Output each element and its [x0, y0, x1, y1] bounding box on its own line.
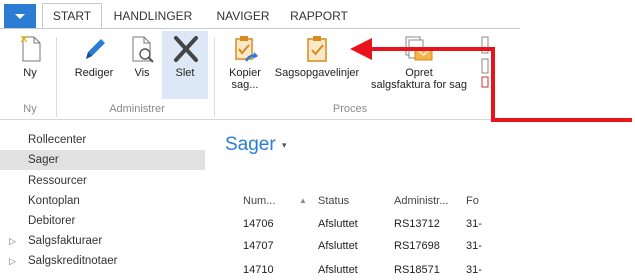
copy-job-button[interactable]: Kopier sag... — [222, 29, 268, 99]
group-label-manage: Administrer — [109, 103, 165, 115]
table-cell: Afsluttet — [318, 218, 358, 230]
view-document-icon — [132, 36, 154, 63]
table-cell: 14706 — [243, 218, 274, 230]
tab-start[interactable]: START — [42, 3, 102, 28]
group-divider — [214, 37, 215, 117]
create-sales-invoice-label: Opret salgsfaktura for sag — [366, 67, 472, 91]
ribbon-tab-strip: START HANDLINGER NAVIGER RAPPORT — [0, 0, 635, 28]
delete-x-icon — [174, 36, 198, 62]
table-cell: 14707 — [243, 240, 274, 252]
table-cell: Afsluttet — [318, 264, 358, 276]
create-invoice-label-line1: Opret — [405, 67, 433, 79]
nav-item-sager[interactable]: Sager — [0, 150, 205, 170]
table-cell: 14710 — [243, 264, 274, 276]
ribbon: Ny Ny Rediger Vis Slet Administrer Kopie… — [0, 28, 520, 120]
job-tasks-button-label: Sagsopgavelinjer — [274, 67, 360, 79]
group-divider — [56, 37, 57, 117]
expand-chevron-icon[interactable]: ▷ — [9, 231, 16, 251]
copy-job-button-label: Kopier sag... — [222, 67, 268, 91]
nav-item-label: Sager — [28, 154, 59, 166]
column-header-number[interactable]: Num... — [243, 190, 275, 212]
tab-handlinger[interactable]: HANDLINGER — [108, 4, 198, 28]
group-label-new: Ny — [23, 103, 37, 115]
table-cell: 31- — [466, 218, 482, 230]
nav-item-label: Debitorer — [28, 215, 76, 227]
nav-item-label: Rollecenter — [28, 134, 87, 146]
application-menu-button[interactable] — [4, 4, 36, 28]
table-cell: RS17698 — [394, 240, 440, 252]
new-document-icon — [20, 35, 41, 62]
copy-job-label-line2: sag... — [231, 79, 259, 91]
tab-naviger[interactable]: NAVIGER — [208, 4, 278, 28]
document-icon — [481, 36, 489, 88]
new-button[interactable]: Ny — [10, 29, 50, 99]
nav-item-label: Salgsfakturaer — [28, 235, 103, 247]
group-label-process: Proces — [332, 103, 368, 115]
create-invoice-label-line2: salgsfaktura for sag — [371, 79, 467, 91]
table-cell: 31- — [466, 240, 482, 252]
column-header-administrator[interactable]: Administr... — [394, 190, 448, 212]
nav-item-salgskreditnotaer[interactable]: ▷ Salgskreditnotaer — [0, 251, 205, 271]
nav-item-kontoplan[interactable]: Kontoplan — [0, 191, 205, 211]
sort-ascending-icon: ▲ — [299, 196, 307, 205]
delete-button-label: Slet — [175, 67, 195, 79]
delete-button[interactable]: Slet — [162, 29, 208, 99]
column-header-status[interactable]: Status — [318, 190, 349, 212]
tab-rapport[interactable]: RAPPORT — [284, 4, 354, 28]
view-button-label: Vis — [134, 67, 150, 79]
page-title: Sager — [225, 134, 276, 155]
table-cell: 31- — [466, 264, 482, 276]
clipboard-check-icon — [307, 36, 327, 62]
nav-item-label: Salgskreditnotaer — [28, 255, 118, 267]
table-cell: RS18571 — [394, 264, 440, 276]
more-ribbon-button[interactable] — [481, 35, 489, 91]
expand-chevron-icon[interactable]: ▷ — [9, 251, 16, 271]
nav-item-ressourcer[interactable]: Ressourcer — [0, 171, 205, 191]
table-cell: Afsluttet — [318, 240, 358, 252]
create-sales-invoice-button[interactable]: Opret salgsfaktura for sag — [366, 29, 472, 99]
dropdown-arrow-icon — [15, 13, 25, 19]
copy-job-icon — [235, 36, 258, 62]
table-cell: RS13712 — [394, 218, 440, 230]
nav-item-label: Kontoplan — [28, 195, 80, 207]
edit-button-label: Rediger — [74, 67, 114, 79]
page-title-dropdown-icon[interactable]: ▾ — [282, 140, 287, 151]
invoice-envelope-icon — [405, 36, 433, 61]
nav-item-salgsfakturaer[interactable]: ▷ Salgsfakturaer — [0, 231, 205, 251]
view-button[interactable]: Vis — [124, 29, 160, 99]
new-button-label: Ny — [23, 67, 37, 79]
nav-item-debitorer[interactable]: Debitorer — [0, 211, 205, 231]
nav-item-rollecenter[interactable]: Rollecenter — [0, 130, 205, 150]
column-header-fo[interactable]: Fo — [466, 190, 479, 212]
edit-button[interactable]: Rediger — [68, 29, 120, 99]
job-tasks-button[interactable]: Sagsopgavelinjer — [270, 29, 364, 99]
pencil-icon — [86, 39, 105, 59]
copy-job-label-line1: Kopier — [229, 67, 261, 79]
nav-item-label: Ressourcer — [28, 175, 87, 187]
